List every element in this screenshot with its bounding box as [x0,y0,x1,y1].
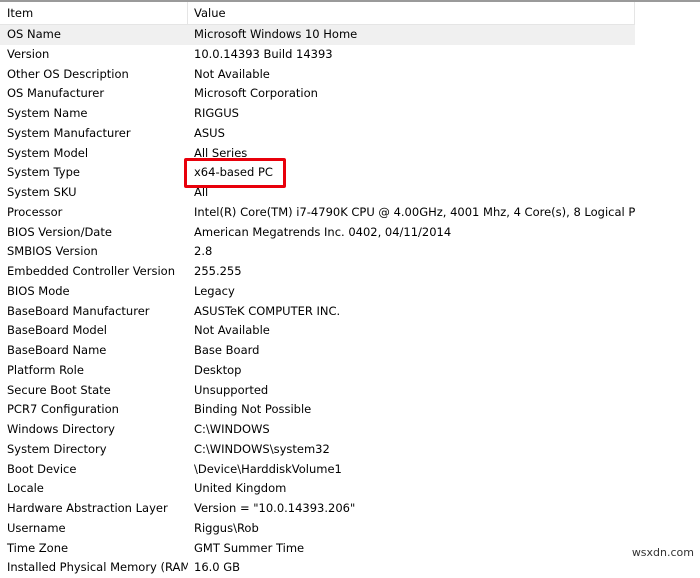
table-row[interactable]: Other OS Description Not Available [0,65,635,85]
row-value: 16.0 GB [194,560,241,575]
table-row[interactable]: BaseBoard Manufacturer ASUSTeK COMPUTER I… [0,302,635,322]
table-row[interactable]: Platform Role Desktop [0,361,635,381]
row-value: Microsoft Windows 10 Home [194,27,358,41]
row-value: ASUSTeK COMPUTER INC. [194,303,341,318]
column-header-value[interactable]: Value [188,2,634,24]
table-row[interactable]: Time Zone GMT Summer Time [0,539,635,559]
row-value: C:\WINDOWS [194,422,270,436]
row-value: Base Board [194,343,260,357]
table-row[interactable]: BIOS Mode Legacy [0,282,635,302]
row-item: Installed Physical Memory (RAM) [7,560,188,575]
row-item: System Model [7,145,89,160]
row-value: United Kingdom [194,481,287,496]
row-item: Time Zone [7,540,69,555]
column-header-item[interactable]: Item [0,2,188,24]
row-item: Embedded Controller Version [7,264,175,278]
row-item: System SKU [7,185,77,199]
table-row[interactable]: Windows Directory C:\WINDOWS [0,420,635,440]
row-value: American Megatrends Inc. 0402, 04/11/201… [194,224,452,239]
row-value: Not Available [194,323,270,338]
table-row[interactable]: Installed Physical Memory (RAM) 16.0 GB [0,558,635,578]
row-item: SMBIOS Version [7,244,98,259]
row-item: Boot Device [7,461,77,476]
row-item: System Directory [7,441,107,456]
red-highlight-box [184,158,286,188]
row-item: System Manufacturer [7,125,131,140]
row-item: Hardware Abstraction Layer [7,501,168,515]
row-item: Locale [7,481,44,496]
table-row[interactable]: OS Manufacturer Microsoft Corporation [0,84,635,104]
row-item: PCR7 Configuration [7,402,119,417]
row-item: OS Manufacturer [7,86,105,101]
row-value: GMT Summer Time [194,540,305,555]
row-item: Secure Boot State [7,382,111,397]
table-row[interactable]: Locale United Kingdom [0,479,635,499]
row-item: Other OS Description [7,66,129,81]
table-row[interactable]: Processor Intel(R) Core(TM) i7-4790K CPU … [0,203,635,223]
row-value: Unsupported [194,382,269,397]
row-value: ASUS [194,125,225,140]
row-item: System Type [7,165,80,180]
row-value: Legacy [194,283,235,298]
table-header: Item Value [0,2,635,25]
table-row[interactable]: OS Name Microsoft Windows 10 Home [0,25,635,45]
table-row[interactable]: Boot Device \Device\HarddiskVolume1 [0,460,635,480]
table-row[interactable]: System Manufacturer ASUS [0,124,635,144]
row-item: BaseBoard Model [7,323,107,338]
row-item: BIOS Version/Date [7,224,112,239]
row-item: BaseBoard Manufacturer [7,303,150,318]
row-item: BIOS Mode [7,283,70,298]
row-value: 255.255 [194,264,242,278]
row-value: Microsoft Corporation [194,86,318,101]
row-item: BaseBoard Name [7,343,107,357]
row-item: Windows Directory [7,422,115,436]
table-row[interactable]: System Type x64-based PC [0,163,635,183]
table-row[interactable]: System Model All Series [0,144,635,164]
system-summary-table: Item Value OS Name Microsoft Windows 10 H… [0,2,635,578]
row-item: Processor [7,204,63,219]
row-value: Desktop [194,362,242,377]
table-row[interactable]: BaseBoard Name Base Board [0,341,635,361]
row-value: Intel(R) Core(TM) i7-4790K CPU @ 4.00GHz… [194,204,635,219]
row-value: RIGGUS [194,106,239,120]
table-body: OS Name Microsoft Windows 10 Home Version 1… [0,25,635,578]
row-value: C:\WINDOWS\system32 [194,441,330,456]
watermark: wsxdn.com [631,546,694,559]
row-value: Binding Not Possible [194,402,312,417]
table-row[interactable]: Username Riggus\Rob [0,519,635,539]
row-value: Not Available [194,66,270,81]
table-row[interactable]: Secure Boot State Unsupported [0,381,635,401]
row-value: Version = "10.0.14393.206" [194,501,356,515]
row-value: \Device\HarddiskVolume1 [194,461,342,476]
table-row[interactable]: BaseBoard Model Not Available [0,321,635,341]
row-item: Version [7,46,50,61]
row-value: Riggus\Rob [194,520,259,535]
row-value: 10.0.14393 Build 14393 [194,46,333,61]
table-row[interactable]: Version 10.0.14393 Build 14393 [0,45,635,65]
table-row[interactable]: System SKU All [0,183,635,203]
row-item: Username [7,520,66,535]
table-row[interactable]: Hardware Abstraction Layer Version = "10.… [0,499,635,519]
table-row[interactable]: System Name RIGGUS [0,104,635,124]
table-row[interactable]: SMBIOS Version 2.8 [0,242,635,262]
table-row[interactable]: PCR7 Configuration Binding Not Possible [0,400,635,420]
table-row[interactable]: System Directory C:\WINDOWS\system32 [0,440,635,460]
row-item: Platform Role [7,362,84,377]
row-item: OS Name [7,27,61,41]
row-item: System Name [7,106,88,120]
row-value: 2.8 [194,244,213,259]
table-row[interactable]: Embedded Controller Version 255.255 [0,262,635,282]
table-row[interactable]: BIOS Version/Date American Megatrends Inc… [0,223,635,243]
